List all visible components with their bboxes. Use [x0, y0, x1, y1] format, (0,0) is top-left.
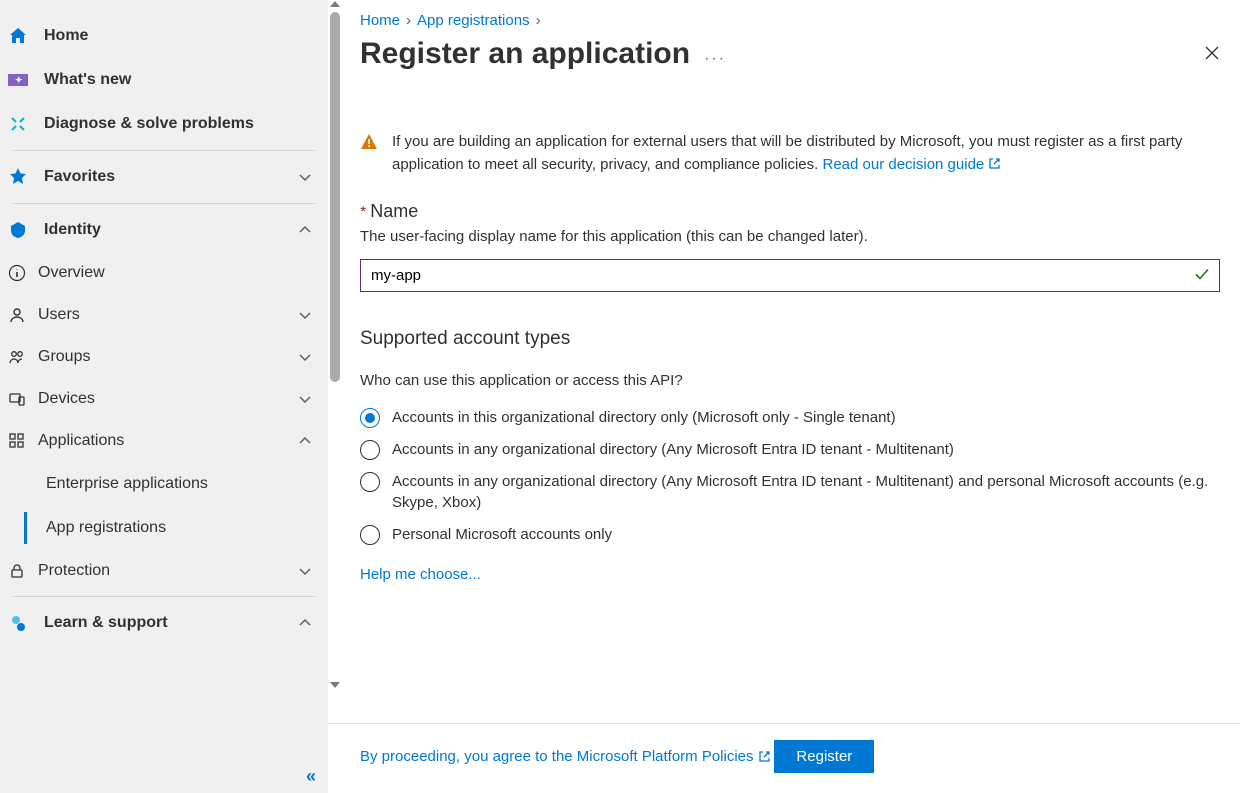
radio-label: Personal Microsoft accounts only — [392, 524, 612, 546]
diagnose-icon — [8, 114, 28, 134]
register-button[interactable]: Register — [774, 740, 874, 773]
sidebar-item-whatsnew[interactable]: ✦ What's new — [0, 58, 328, 102]
radio-icon — [360, 472, 380, 492]
name-field-help: The user-facing display name for this ap… — [360, 228, 1236, 245]
radio-label: Accounts in this organizational director… — [392, 407, 896, 429]
sidebar-item-diagnose[interactable]: Diagnose & solve problems — [0, 102, 328, 146]
account-type-option[interactable]: Accounts in any organizational directory… — [360, 439, 1236, 461]
sidebar-item-groups[interactable]: Groups — [0, 336, 328, 378]
account-type-option[interactable]: Personal Microsoft accounts only — [360, 524, 1236, 546]
divider — [12, 150, 316, 151]
sidebar-item-favorites[interactable]: Favorites — [0, 155, 328, 199]
breadcrumb: Home › App registrations › — [360, 12, 1236, 29]
radio-label: Accounts in any organizational directory… — [392, 439, 954, 461]
warning-icon — [360, 133, 378, 176]
info-icon — [8, 264, 26, 282]
sidebar-item-home[interactable]: Home — [0, 14, 328, 58]
whatsnew-icon: ✦ — [8, 70, 28, 90]
sidebar: Home ✦ What's new Diagnose & solve probl… — [0, 0, 328, 793]
decision-guide-link[interactable]: Read our decision guide — [822, 156, 1001, 173]
chevron-down-icon — [298, 564, 312, 578]
support-icon — [8, 613, 28, 633]
chevron-up-icon — [298, 434, 312, 448]
help-me-choose-link[interactable]: Help me choose... — [360, 566, 481, 583]
sidebar-item-overview[interactable]: Overview — [0, 252, 328, 294]
external-link-icon — [988, 157, 1001, 170]
sidebar-label: App registrations — [46, 519, 166, 536]
sidebar-item-enterprise-apps[interactable]: Enterprise applications — [0, 462, 328, 506]
chevron-down-icon — [298, 308, 312, 322]
radio-icon — [360, 525, 380, 545]
breadcrumb-separator: › — [536, 12, 541, 29]
sidebar-label: Protection — [38, 562, 286, 580]
sidebar-label: Diagnose & solve problems — [44, 115, 312, 133]
account-types-sub: Who can use this application or access t… — [360, 372, 1236, 389]
check-icon — [1194, 266, 1210, 285]
home-icon — [8, 26, 28, 46]
external-link-icon — [758, 750, 771, 763]
sidebar-label: Groups — [38, 348, 286, 366]
divider — [12, 203, 316, 204]
radio-icon — [360, 440, 380, 460]
page-title: Register an application — [360, 37, 690, 71]
more-actions-button[interactable]: ··· — [704, 40, 726, 68]
sidebar-label: Users — [38, 306, 286, 324]
divider — [12, 596, 316, 597]
breadcrumb-appreg[interactable]: App registrations — [417, 12, 530, 29]
name-input[interactable] — [360, 259, 1220, 292]
account-type-option[interactable]: Accounts in any organizational directory… — [360, 471, 1236, 515]
notice-text: If you are building an application for e… — [392, 133, 1182, 173]
account-types-title: Supported account types — [360, 328, 1236, 350]
chevron-up-icon — [298, 616, 312, 630]
radio-icon — [360, 408, 380, 428]
identity-icon — [8, 220, 28, 240]
chevron-up-icon — [298, 223, 312, 237]
sidebar-label: What's new — [44, 71, 312, 89]
radio-label: Accounts in any organizational directory… — [392, 471, 1220, 515]
chevron-down-icon — [298, 392, 312, 406]
account-type-option[interactable]: Accounts in this organizational director… — [360, 407, 1236, 429]
breadcrumb-separator: › — [406, 12, 411, 29]
sidebar-item-devices[interactable]: Devices — [0, 378, 328, 420]
sidebar-label: Home — [44, 27, 312, 45]
sidebar-label: Identity — [44, 221, 282, 239]
svg-text:✦: ✦ — [15, 75, 23, 85]
sidebar-label: Favorites — [44, 168, 282, 186]
main-content: Home › App registrations › Register an a… — [328, 0, 1240, 793]
close-button[interactable] — [1200, 41, 1224, 68]
sidebar-item-protection[interactable]: Protection — [0, 550, 328, 592]
sidebar-label: Devices — [38, 390, 286, 408]
sidebar-label: Learn & support — [44, 614, 282, 632]
sidebar-item-app-registrations[interactable]: App registrations — [0, 506, 328, 550]
name-field-label: Name — [370, 201, 418, 222]
required-marker: * — [360, 200, 366, 222]
sidebar-item-identity[interactable]: Identity — [0, 208, 328, 252]
star-icon — [8, 167, 28, 187]
sidebar-label: Applications — [38, 432, 286, 450]
collapse-sidebar-button[interactable]: « — [306, 766, 316, 787]
chevron-down-icon — [298, 350, 312, 364]
devices-icon — [8, 390, 26, 408]
sidebar-item-learn-support[interactable]: Learn & support — [0, 601, 328, 645]
person-icon — [8, 306, 26, 324]
people-icon — [8, 348, 26, 366]
platform-policies-link[interactable]: By proceeding, you agree to the Microsof… — [360, 748, 771, 765]
sidebar-label: Enterprise applications — [46, 475, 208, 492]
sidebar-label: Overview — [38, 264, 105, 282]
sidebar-item-applications[interactable]: Applications — [0, 420, 328, 462]
chevron-down-icon — [298, 170, 312, 184]
lock-icon — [8, 562, 26, 580]
sidebar-item-users[interactable]: Users — [0, 294, 328, 336]
apps-icon — [8, 432, 26, 450]
warning-notice: If you are building an application for e… — [360, 131, 1236, 176]
footer: By proceeding, you agree to the Microsof… — [328, 723, 1240, 793]
breadcrumb-home[interactable]: Home — [360, 12, 400, 29]
